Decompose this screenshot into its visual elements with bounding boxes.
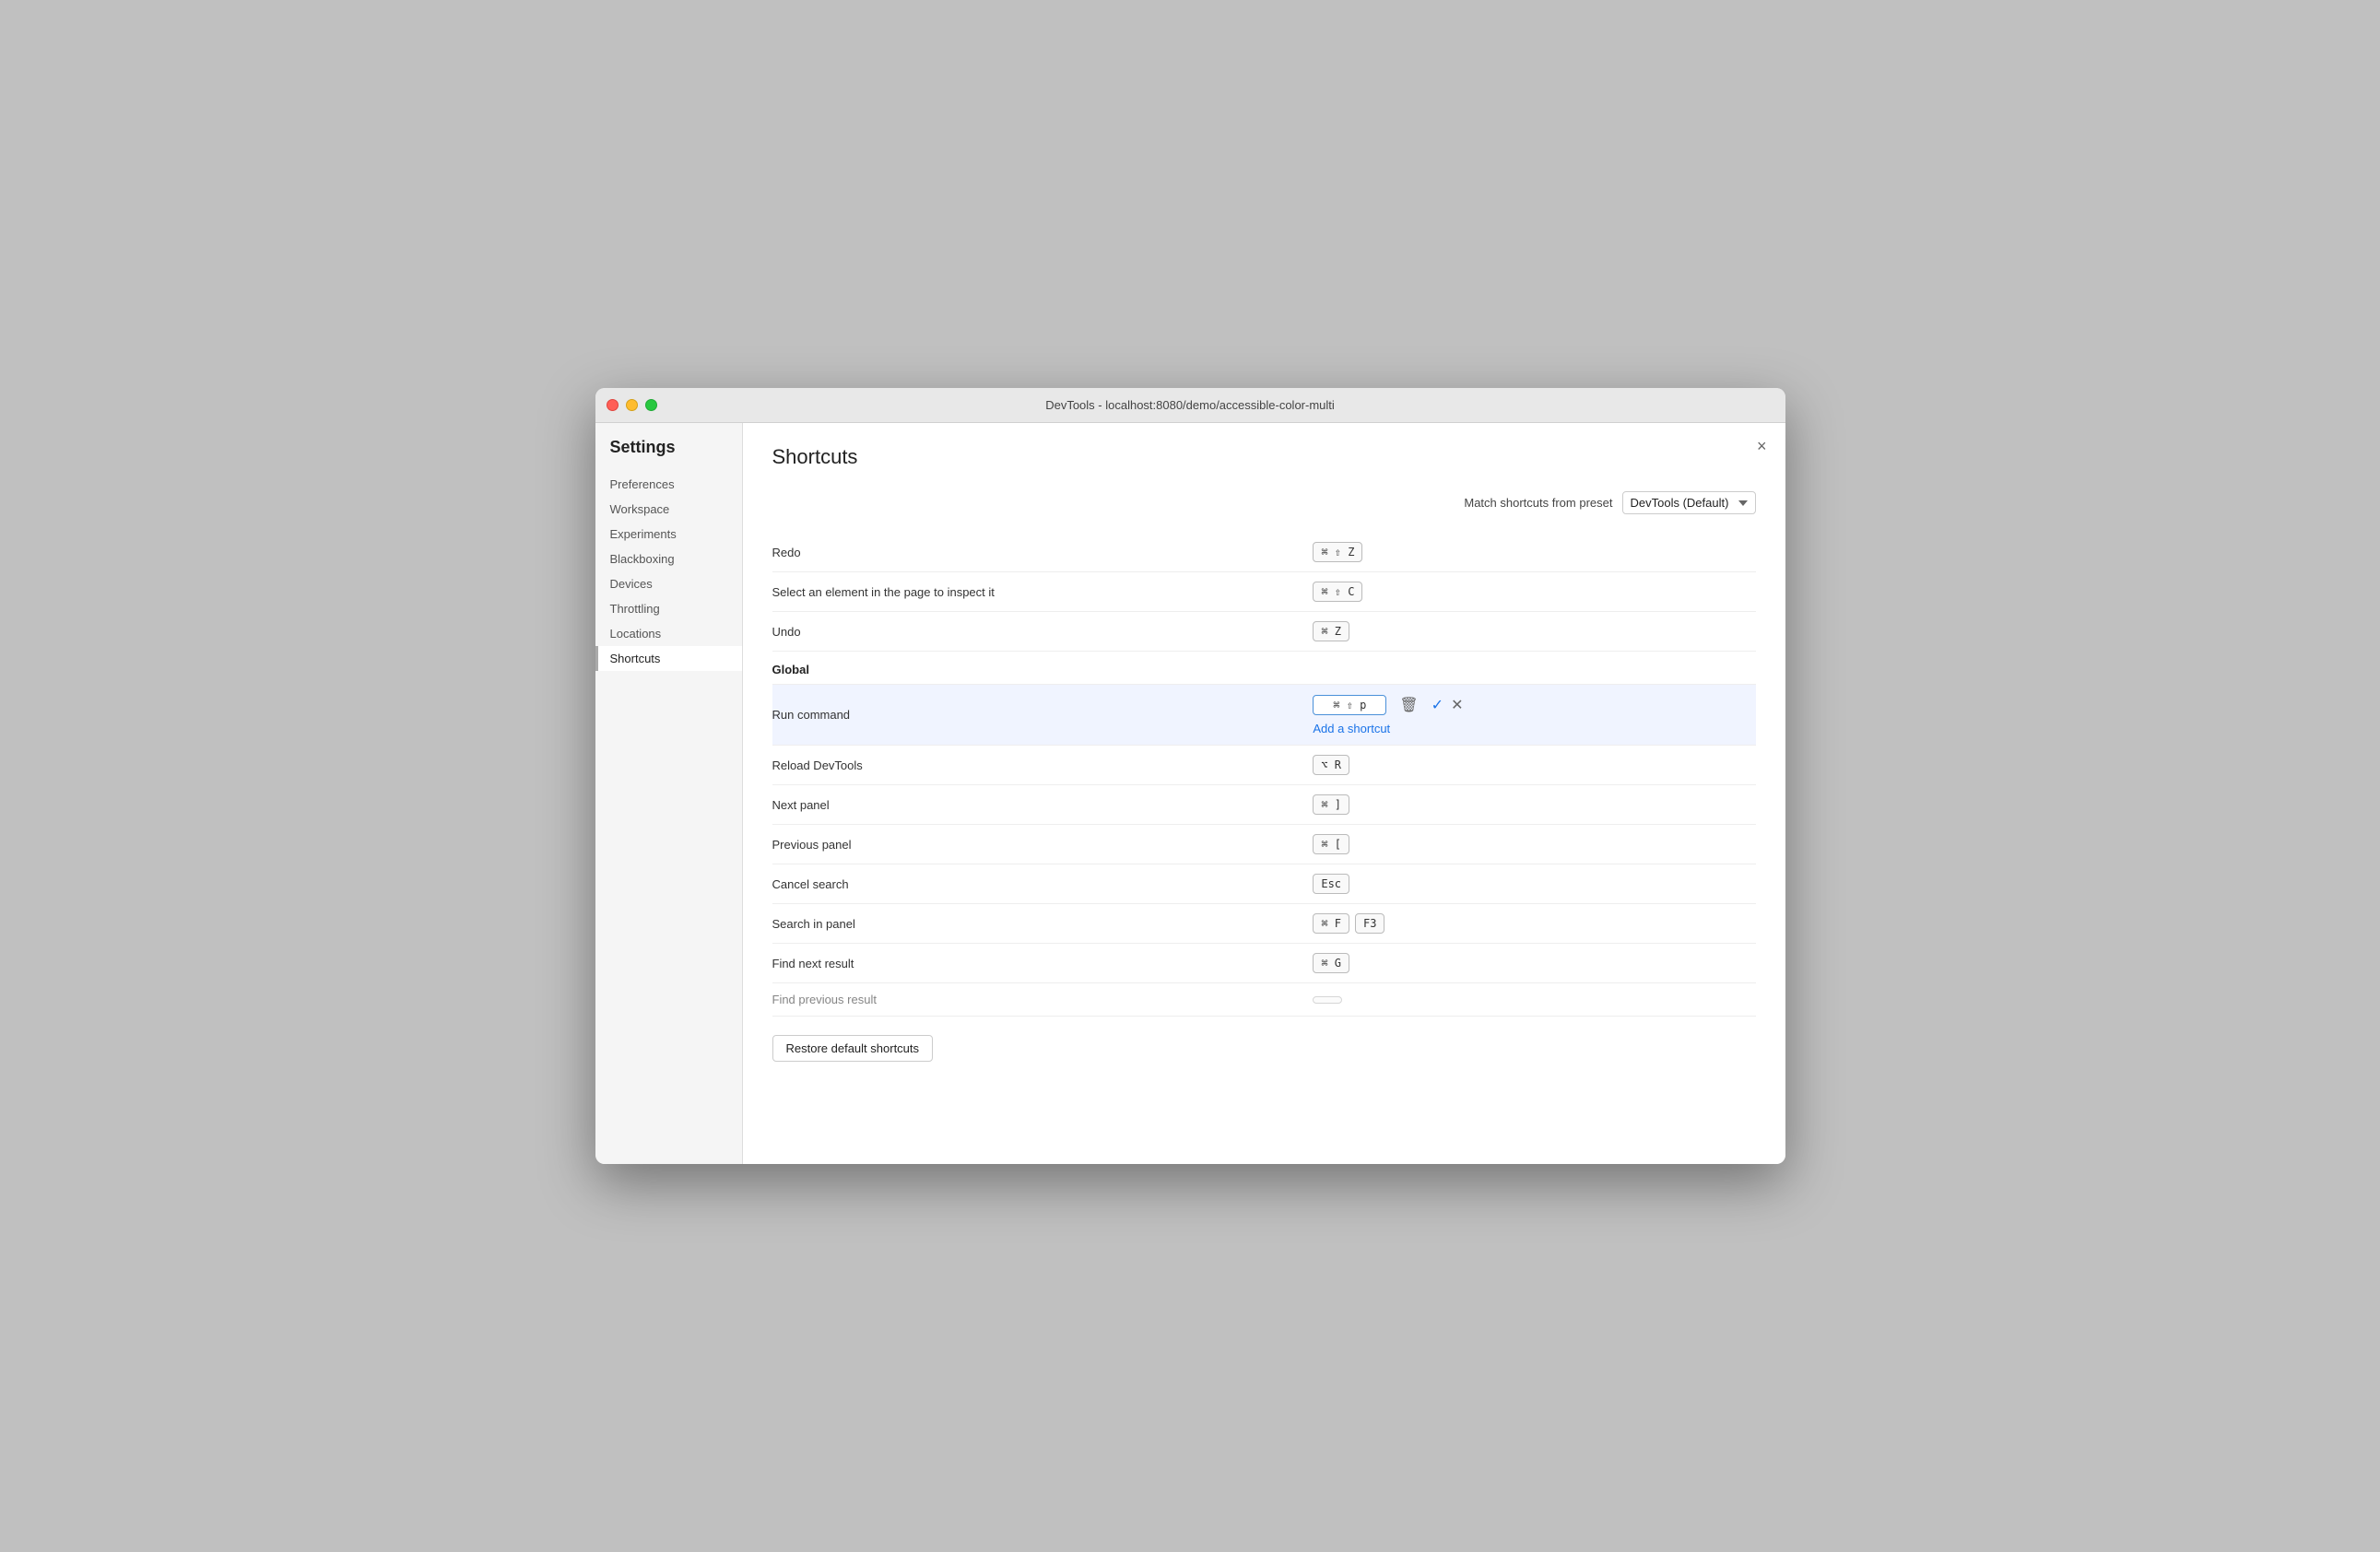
sidebar-item-experiments[interactable]: Experiments [595,522,742,547]
sidebar-item-throttling[interactable]: Throttling [595,596,742,621]
table-row: Undo ⌘ Z [772,612,1756,652]
close-button[interactable] [607,399,619,411]
shortcut-keys: ⌘ ⇧ C [1313,582,1755,602]
devtools-window: DevTools - localhost:8080/demo/accessibl… [595,388,1785,1164]
titlebar: DevTools - localhost:8080/demo/accessibl… [595,388,1785,423]
sidebar-item-preferences[interactable]: Preferences [595,472,742,497]
sidebar: Settings Preferences Workspace Experimen… [595,423,743,1164]
editing-row: ⌘ ⇧ p 🗑 ✓ ✕ [1313,694,1755,716]
editing-area: ⌘ ⇧ p 🗑 ✓ ✕ Add a shortcut [1313,694,1755,735]
shortcut-name: Next panel [772,785,1314,825]
key-badge: ⌘ G [1313,953,1349,973]
shortcut-keys-cell: ⌘ [ [1313,825,1755,864]
table-row-find-prev: Find previous result [772,983,1756,1017]
confirm-button[interactable]: ✓ [1432,696,1443,714]
settings-close-button[interactable]: × [1757,438,1767,454]
table-row-find-next: Find next result ⌘ G [772,944,1756,983]
shortcut-keys-cell: ⌘ ⇧ Z [1313,533,1755,572]
preset-label: Match shortcuts from preset [1464,496,1612,510]
key-badge: ⌘ Z [1313,621,1349,641]
key-badge: Esc [1313,874,1349,894]
shortcut-keys [1313,996,1755,1004]
sidebar-heading: Settings [595,438,742,472]
confirm-buttons: ✓ ✕ [1432,696,1464,714]
shortcuts-table: Redo ⌘ ⇧ Z Select an element in the page… [772,533,1756,1017]
key-badge: ⌥ R [1313,755,1349,775]
shortcut-name: Undo [772,612,1314,652]
shortcut-name: Select an element in the page to inspect… [772,572,1314,612]
table-row-cancel-search: Cancel search Esc [772,864,1756,904]
add-shortcut-link[interactable]: Add a shortcut [1313,722,1755,735]
shortcut-keys-cell: Esc [1313,864,1755,904]
shortcut-keys: ⌘ Z [1313,621,1755,641]
sidebar-item-workspace[interactable]: Workspace [595,497,742,522]
shortcut-keys: ⌘ [ [1313,834,1755,854]
shortcut-name: Reload DevTools [772,746,1314,785]
shortcut-name: Find next result [772,944,1314,983]
shortcut-keys-cell: ⌘ ⇧ C [1313,572,1755,612]
shortcut-keys-cell: ⌘ F F3 [1313,904,1755,944]
sidebar-item-blackboxing[interactable]: Blackboxing [595,547,742,571]
content-area: Settings Preferences Workspace Experimen… [595,423,1785,1164]
shortcut-name: Previous panel [772,825,1314,864]
shortcut-name: Cancel search [772,864,1314,904]
table-row-search-in-panel: Search in panel ⌘ F F3 [772,904,1756,944]
table-row-next-panel: Next panel ⌘ ] [772,785,1756,825]
traffic-lights [607,399,657,411]
shortcut-keys-cell: ⌘ ] [1313,785,1755,825]
shortcut-keys-cell: ⌥ R [1313,746,1755,785]
shortcut-name: Redo [772,533,1314,572]
key-badge: ⌘ [ [1313,834,1349,854]
maximize-button[interactable] [645,399,657,411]
table-row-reload-devtools: Reload DevTools ⌥ R [772,746,1756,785]
sidebar-item-locations[interactable]: Locations [595,621,742,646]
shortcut-keys: ⌥ R [1313,755,1755,775]
shortcut-name: Find previous result [772,983,1314,1017]
restore-defaults-button[interactable]: Restore default shortcuts [772,1035,934,1062]
shortcut-keys: Esc [1313,874,1755,894]
table-row-previous-panel: Previous panel ⌘ [ [772,825,1756,864]
shortcut-keys-cell [1313,983,1755,1017]
key-badge [1313,996,1342,1004]
table-row: Redo ⌘ ⇧ Z [772,533,1756,572]
page-title: Shortcuts [772,445,1756,469]
main-content: × Shortcuts Match shortcuts from preset … [743,423,1785,1164]
key-badge-cmd-f: ⌘ F [1313,913,1349,934]
sidebar-item-devices[interactable]: Devices [595,571,742,596]
section-header-global: Global [772,652,1756,685]
table-row-run-command: Run command ⌘ ⇧ p 🗑 ✓ ✕ [772,685,1756,746]
preset-row: Match shortcuts from preset DevTools (De… [772,491,1756,514]
shortcut-name: Search in panel [772,904,1314,944]
window-title: DevTools - localhost:8080/demo/accessibl… [1045,398,1335,412]
shortcut-name: Run command [772,685,1314,746]
preset-select[interactable]: DevTools (Default) Visual Studio Code [1622,491,1756,514]
shortcut-keys-cell-editing: ⌘ ⇧ p 🗑 ✓ ✕ Add a shortcut [1313,685,1755,746]
delete-shortcut-button[interactable]: 🗑 [1394,694,1423,716]
key-badge-f3: F3 [1355,913,1384,934]
minimize-button[interactable] [626,399,638,411]
shortcut-keys: ⌘ G [1313,953,1755,973]
section-header-label: Global [772,652,1756,685]
key-badge: ⌘ ] [1313,794,1349,815]
table-row: Select an element in the page to inspect… [772,572,1756,612]
shortcut-keys: ⌘ ⇧ Z [1313,542,1755,562]
shortcut-keys-cell: ⌘ G [1313,944,1755,983]
shortcut-keys: ⌘ F F3 [1313,913,1755,934]
key-badge: ⌘ ⇧ C [1313,582,1362,602]
shortcut-keys-cell: ⌘ Z [1313,612,1755,652]
key-input[interactable]: ⌘ ⇧ p [1313,695,1386,715]
shortcut-keys: ⌘ ] [1313,794,1755,815]
key-badge: ⌘ ⇧ Z [1313,542,1362,562]
sidebar-item-shortcuts[interactable]: Shortcuts [595,646,742,671]
cancel-edit-button[interactable]: ✕ [1451,696,1463,714]
